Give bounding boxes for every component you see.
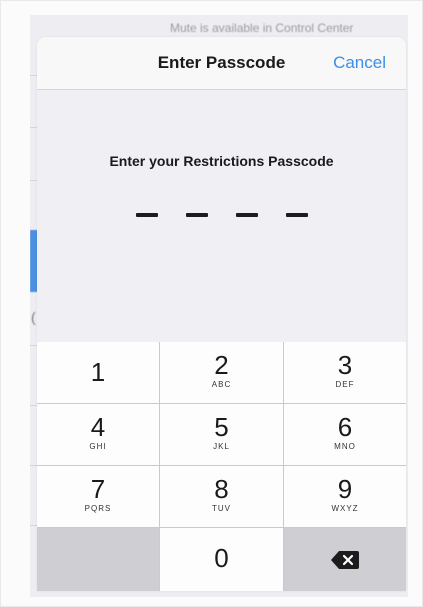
key-letters: GHI — [89, 442, 107, 451]
passcode-digit-slot-3 — [236, 213, 258, 217]
key-digit: 4 — [90, 412, 106, 442]
key-1[interactable]: 1 — [37, 342, 159, 403]
key-4[interactable]: 4 GHI — [37, 404, 159, 465]
key-8[interactable]: 8 TUV — [160, 466, 283, 527]
passcode-prompt: Enter your Restrictions Passcode — [109, 153, 334, 169]
key-digit: 5 — [214, 412, 229, 442]
background-partial-glyph: ( — [31, 309, 36, 325]
key-digit: 6 — [337, 412, 353, 442]
passcode-entry-field — [136, 213, 308, 219]
key-blank — [37, 528, 159, 591]
key-letters: JKL — [213, 442, 230, 451]
key-digit: 3 — [337, 350, 353, 380]
key-letters: DEF — [335, 380, 355, 389]
background-top-text: Mute is available in Control Center — [170, 21, 354, 35]
passcode-digit-slot-4 — [286, 213, 308, 217]
passcode-digit-slot-2 — [186, 213, 208, 217]
key-digit: 9 — [337, 474, 353, 504]
key-5[interactable]: 5 JKL — [160, 404, 283, 465]
key-letters: ABC — [211, 380, 232, 389]
key-7[interactable]: 7 PQRS — [37, 466, 159, 527]
key-digit: 0 — [214, 543, 229, 573]
key-letters: MNO — [334, 442, 356, 451]
passcode-modal: Enter Passcode Cancel Enter your Restric… — [37, 37, 406, 591]
cancel-button[interactable]: Cancel — [333, 53, 386, 73]
key-digit: 8 — [214, 474, 229, 504]
key-letters: PQRS — [84, 504, 112, 513]
key-6[interactable]: 6 MNO — [284, 404, 406, 465]
delete-button[interactable] — [284, 528, 406, 591]
key-digit: 1 — [90, 357, 106, 387]
key-digit: 2 — [214, 350, 229, 380]
window-frame: Mute is available in Control Center ( En… — [0, 0, 423, 607]
passcode-digit-slot-1 — [136, 213, 158, 217]
key-letters: TUV — [212, 504, 231, 513]
modal-navbar: Enter Passcode Cancel — [37, 37, 406, 90]
key-2[interactable]: 2 ABC — [160, 342, 283, 403]
key-9[interactable]: 9 WXYZ — [284, 466, 406, 527]
key-0[interactable]: 0 — [160, 528, 283, 591]
backspace-icon — [331, 550, 359, 569]
numeric-keypad: 1 2 ABC 3 DEF 4 GHI 5 JKL 6 MNO 7 PQRS 8… — [37, 342, 406, 591]
key-letters: WXYZ — [331, 504, 359, 513]
key-digit: 7 — [90, 474, 106, 504]
key-3[interactable]: 3 DEF — [284, 342, 406, 403]
